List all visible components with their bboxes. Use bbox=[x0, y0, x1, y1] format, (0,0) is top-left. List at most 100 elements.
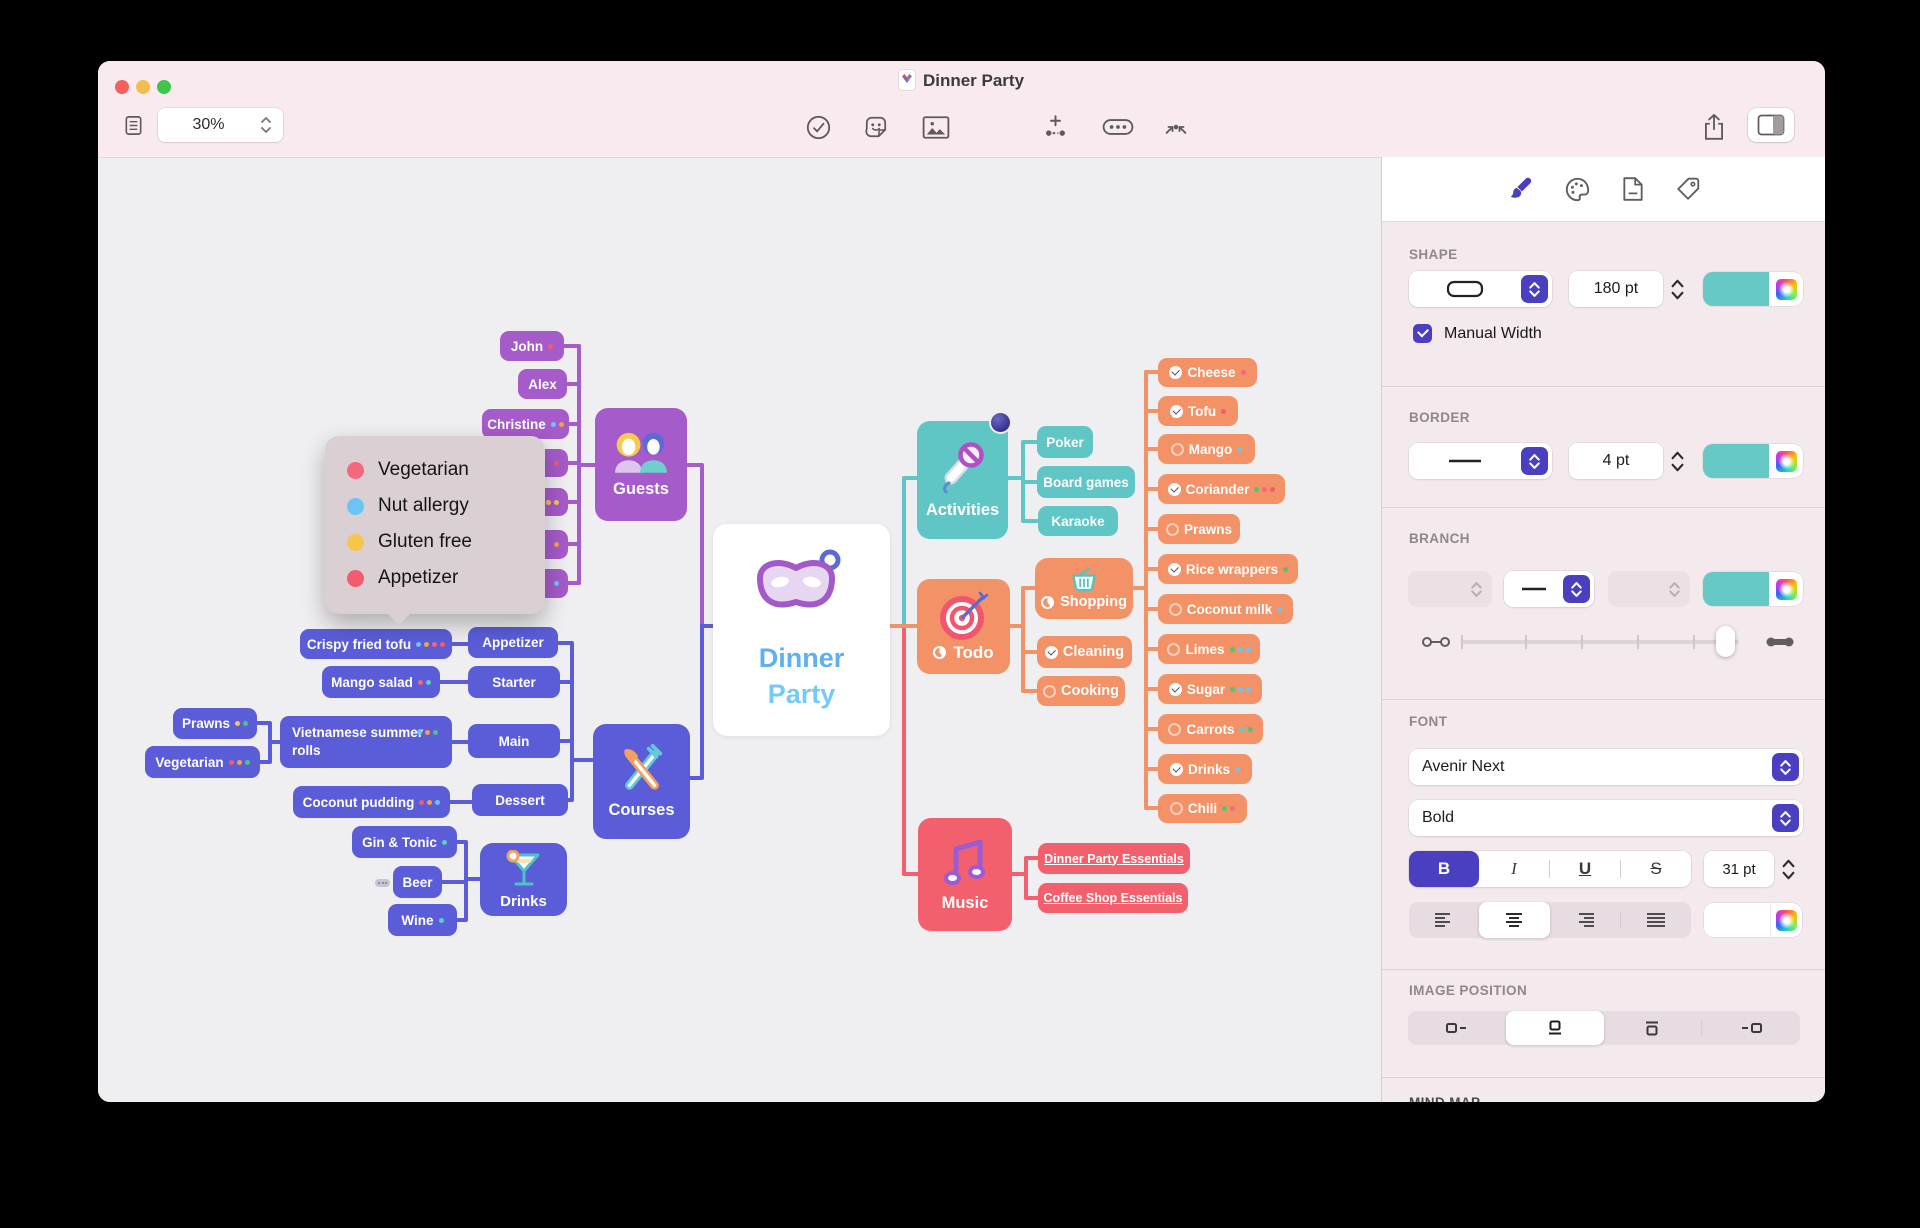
task-unchecked-icon[interactable] bbox=[1167, 643, 1180, 656]
tab-document[interactable] bbox=[1621, 176, 1645, 202]
task-button[interactable] bbox=[803, 112, 833, 142]
node-item-rice-wrappers[interactable]: Rice wrappers bbox=[1158, 554, 1298, 584]
underline-button[interactable]: U bbox=[1550, 851, 1620, 887]
image-left-button[interactable] bbox=[1408, 1011, 1506, 1045]
font-size-field[interactable]: 31 pt bbox=[1704, 851, 1774, 887]
zoom-stepper-icon[interactable] bbox=[259, 114, 273, 136]
node-item-mango[interactable]: Mango bbox=[1158, 434, 1255, 464]
strikethrough-button[interactable]: S bbox=[1621, 851, 1691, 887]
node-item-chili[interactable]: Chili bbox=[1158, 794, 1247, 823]
node-item-coconut-milk[interactable]: Coconut milk bbox=[1158, 594, 1293, 624]
node-item-sugar[interactable]: Sugar bbox=[1158, 674, 1262, 704]
node-item-prawns[interactable]: Prawns bbox=[1158, 514, 1240, 544]
branch-color-well[interactable] bbox=[1703, 572, 1803, 606]
node-course-appetizer[interactable]: Appetizer bbox=[468, 627, 558, 658]
node-item-tofu[interactable]: Tofu bbox=[1158, 396, 1238, 426]
font-size-stepper[interactable] bbox=[1780, 851, 1796, 887]
font-family-dropdown[interactable]: Avenir Next bbox=[1409, 749, 1803, 785]
sticker-button[interactable] bbox=[861, 112, 891, 142]
task-unchecked-icon[interactable] bbox=[1171, 443, 1184, 456]
color-picker-button[interactable] bbox=[1769, 279, 1803, 300]
task-checked-icon[interactable] bbox=[1169, 366, 1182, 379]
node-badge[interactable] bbox=[991, 413, 1010, 432]
node-vegetarian[interactable]: Vegetarian bbox=[145, 746, 260, 778]
tab-style[interactable] bbox=[1508, 176, 1534, 202]
border-color-well[interactable] bbox=[1703, 444, 1803, 478]
node-dish-crispy-fried-tofu[interactable]: Crispy fried tofu bbox=[300, 629, 452, 659]
node-board-games[interactable]: Board games bbox=[1037, 466, 1135, 498]
zoom-level-control[interactable]: 30% bbox=[158, 108, 283, 142]
task-unchecked-icon[interactable] bbox=[1168, 723, 1181, 736]
outline-panel-button[interactable] bbox=[120, 112, 147, 139]
color-picker-button[interactable] bbox=[1769, 579, 1803, 600]
shape-fill-color-well[interactable] bbox=[1703, 272, 1803, 306]
node-drinks[interactable]: Drinks bbox=[480, 843, 567, 916]
node-course-main[interactable]: Main bbox=[468, 724, 560, 758]
task-checked-icon[interactable] bbox=[1169, 683, 1182, 696]
node-gin-tonic[interactable]: Gin & Tonic bbox=[352, 826, 457, 858]
legend-item[interactable]: Vegetarian bbox=[347, 452, 545, 488]
text-color-well[interactable] bbox=[1704, 903, 1802, 937]
node-karaoke[interactable]: Karaoke bbox=[1038, 506, 1118, 536]
node-wine[interactable]: Wine bbox=[388, 904, 457, 936]
legend-item[interactable]: Nut allergy bbox=[347, 488, 545, 524]
border-style-dropdown[interactable] bbox=[1409, 443, 1552, 479]
manual-width-row[interactable]: Manual Width bbox=[1413, 324, 1542, 343]
mindmap-canvas[interactable]: Dinner Party John Alex Christine bbox=[98, 158, 1381, 1102]
border-width-field[interactable]: 4 pt bbox=[1569, 443, 1663, 479]
font-style-dropdown[interactable]: Bold bbox=[1409, 800, 1803, 836]
task-unchecked-icon[interactable] bbox=[1169, 603, 1182, 616]
task-checked-icon[interactable] bbox=[1045, 646, 1058, 659]
tab-color[interactable] bbox=[1564, 176, 1591, 203]
node-shopping[interactable]: Shopping bbox=[1035, 558, 1133, 619]
node-cooking[interactable]: Cooking bbox=[1037, 676, 1125, 706]
add-connection-button[interactable] bbox=[1040, 112, 1070, 142]
node-course-starter[interactable]: Starter bbox=[468, 666, 560, 698]
share-button[interactable] bbox=[1699, 111, 1729, 143]
node-prawns[interactable]: Prawns bbox=[173, 708, 257, 739]
manual-width-checkbox[interactable] bbox=[1413, 324, 1432, 343]
node-courses[interactable]: Courses bbox=[593, 724, 690, 839]
image-right-button[interactable] bbox=[1702, 1011, 1800, 1045]
align-justify-button[interactable] bbox=[1621, 902, 1691, 938]
node-todo[interactable]: Todo bbox=[917, 579, 1010, 674]
task-unchecked-icon[interactable] bbox=[1166, 523, 1179, 536]
color-picker-button[interactable] bbox=[1769, 451, 1803, 472]
node-guest-john[interactable]: John bbox=[500, 331, 564, 361]
bold-button[interactable]: B bbox=[1409, 851, 1479, 887]
node-dish-coconut-pudding[interactable]: Coconut pudding bbox=[293, 786, 450, 818]
align-left-button[interactable] bbox=[1409, 902, 1479, 938]
node-guests[interactable]: Guests bbox=[595, 408, 687, 521]
task-checked-icon[interactable] bbox=[1170, 405, 1183, 418]
node-cleaning[interactable]: Cleaning bbox=[1037, 636, 1132, 668]
node-dish-mango-salad[interactable]: Mango salad bbox=[322, 666, 440, 698]
shape-width-field[interactable]: 180 pt bbox=[1569, 271, 1663, 307]
task-unchecked-icon[interactable] bbox=[1043, 685, 1056, 698]
image-bottom-button[interactable] bbox=[1506, 1011, 1604, 1045]
node-dish-summer-rolls[interactable]: Vietnamese summer rolls bbox=[280, 716, 452, 768]
branch-width-slider[interactable] bbox=[1461, 640, 1739, 644]
node-activities[interactable]: Activities bbox=[917, 421, 1008, 539]
align-right-button[interactable] bbox=[1550, 902, 1620, 938]
task-checked-icon[interactable] bbox=[1170, 763, 1183, 776]
node-guest-christine[interactable]: Christine bbox=[482, 409, 569, 439]
tab-tags[interactable] bbox=[1675, 176, 1701, 202]
border-width-stepper[interactable] bbox=[1669, 443, 1685, 479]
note-chip[interactable] bbox=[375, 879, 390, 887]
node-music[interactable]: Music bbox=[918, 818, 1012, 931]
color-picker-button[interactable] bbox=[1771, 910, 1802, 931]
legend-item[interactable]: Appetizer bbox=[347, 560, 545, 596]
central-node-dinner-party[interactable]: Dinner Party bbox=[713, 524, 890, 736]
node-item-carrots[interactable]: Carrots bbox=[1158, 714, 1263, 744]
slider-thumb[interactable] bbox=[1716, 626, 1735, 657]
task-checked-icon[interactable] bbox=[1168, 563, 1181, 576]
shape-width-stepper[interactable] bbox=[1669, 271, 1685, 307]
node-playlist-dinner-party-essentials[interactable]: Dinner Party Essentials bbox=[1038, 843, 1190, 874]
tags-button[interactable] bbox=[1101, 112, 1135, 142]
node-guest-alex[interactable]: Alex bbox=[518, 369, 567, 399]
node-poker[interactable]: Poker bbox=[1037, 426, 1093, 458]
node-item-drinks[interactable]: Drinks bbox=[1158, 754, 1252, 784]
image-top-button[interactable] bbox=[1604, 1011, 1702, 1045]
italic-button[interactable]: I bbox=[1479, 851, 1549, 887]
node-course-dessert[interactable]: Dessert bbox=[472, 784, 568, 816]
